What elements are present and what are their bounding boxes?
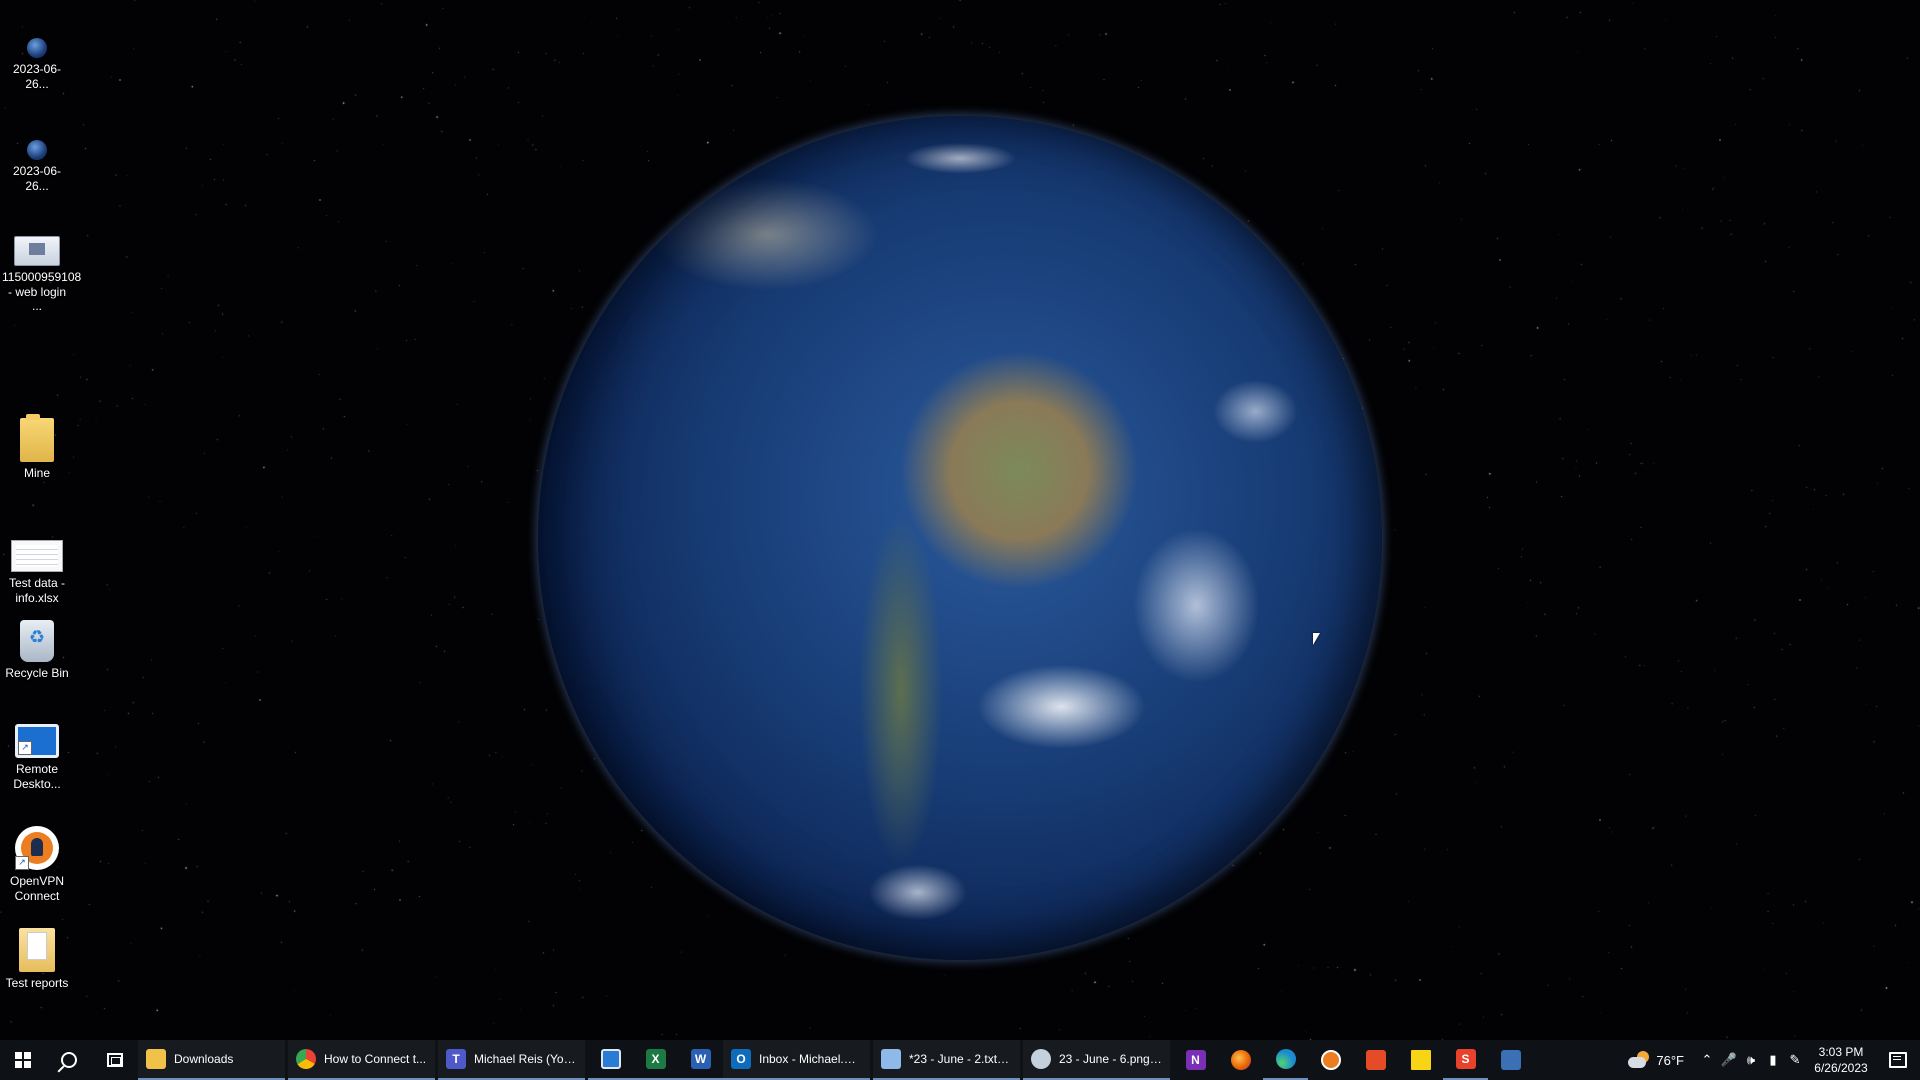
taskbar-pinned-onenote[interactable]: N: [1173, 1040, 1218, 1080]
earth-globe-wallpaper: [538, 116, 1382, 960]
desktop-icon-label: 2023-06-26...: [12, 62, 62, 91]
task-view-icon: [107, 1053, 123, 1067]
shortcut-arrow-icon: ↗: [18, 741, 32, 755]
desktop-icon-mine-folder[interactable]: Mine: [0, 414, 74, 481]
spreadsheet-file-icon: [11, 540, 63, 572]
onenote-icon: N: [1185, 1050, 1206, 1070]
folder-icon: [19, 928, 55, 972]
remote-desktop-icon: ↗: [15, 724, 59, 758]
battery-icon[interactable]: ▮: [1762, 1052, 1784, 1068]
desktop-icon-label: 2023-06-26...: [12, 164, 62, 193]
snagit-icon: S: [1455, 1049, 1476, 1069]
office-icon: [1365, 1050, 1386, 1070]
speaker-icon[interactable]: 🕪: [1740, 1052, 1762, 1068]
taskbar-app-chrome[interactable]: How to Connect t...: [288, 1040, 435, 1080]
weather-temperature: 76°F: [1656, 1052, 1684, 1068]
desktop-icon-label: Test data - info.xlsx: [8, 576, 66, 605]
taskbar-app-label: Inbox - Michael.Re...: [759, 1052, 862, 1066]
desktop-icon-test-reports[interactable]: Test reports: [0, 928, 74, 991]
taskbar-pinned-remote-desktop[interactable]: [588, 1040, 633, 1080]
taskbar-app-label: *23 - June - 2.txt - ...: [909, 1052, 1012, 1066]
taskbar-app-label: 23 - June - 6.png - ...: [1059, 1052, 1162, 1066]
openvpn-icon: [1320, 1050, 1341, 1070]
taskbar-pinned-word[interactable]: W: [678, 1040, 723, 1080]
recycle-bin-icon: [20, 620, 54, 662]
taskbar-pinned-firefox[interactable]: [1218, 1040, 1263, 1080]
screenshot-file-icon: [14, 236, 60, 266]
taskbar-app-downloads[interactable]: Downloads: [138, 1040, 285, 1080]
clock[interactable]: 3:03 PM 6/26/2023: [1806, 1044, 1876, 1076]
desktop-icon-image-2[interactable]: 2023-06-26...: [0, 128, 74, 193]
desktop-icon-label: 115000959108 - web login ...: [2, 270, 82, 313]
taskbar-app-label: How to Connect t...: [324, 1052, 427, 1066]
taskbar-pinned-openvpn[interactable]: [1308, 1040, 1353, 1080]
clock-time: 3:03 PM: [1818, 1045, 1864, 1059]
windows-logo-icon: [15, 1052, 31, 1068]
taskbar-pinned-excel[interactable]: X: [633, 1040, 678, 1080]
desktop-icon-label: Mine: [23, 466, 50, 480]
notification-center-button[interactable]: [1876, 1040, 1920, 1080]
desktop-icon-openvpn[interactable]: ↗ OpenVPN Connect: [0, 826, 74, 903]
desktop-icon-label: Remote Deskto...: [13, 762, 61, 791]
openvpn-icon: ↗: [15, 826, 59, 870]
pen-icon[interactable]: ✎: [1784, 1052, 1806, 1068]
word-icon: W: [690, 1049, 711, 1069]
taskbar-pinned-office[interactable]: [1353, 1040, 1398, 1080]
mouse-cursor-icon: [1313, 633, 1320, 645]
taskbar-pinned-sticky-notes[interactable]: [1398, 1040, 1443, 1080]
search-button[interactable]: [46, 1040, 92, 1080]
desktop-icon-recycle-bin[interactable]: Recycle Bin: [0, 620, 74, 681]
start-button[interactable]: [0, 1040, 46, 1080]
chrome-icon: [296, 1049, 316, 1069]
taskbar-app-label: Downloads: [174, 1052, 234, 1066]
firefox-icon: [1230, 1050, 1251, 1070]
taskbar-app-teams[interactable]: T Michael Reis (You) ...: [438, 1040, 585, 1080]
microphone-icon[interactable]: 🎤: [1718, 1052, 1740, 1068]
folder-icon: [20, 414, 54, 462]
desktop-icon-label: Test reports: [5, 976, 69, 990]
image-file-icon: [27, 140, 47, 160]
excel-icon: X: [645, 1049, 666, 1069]
taskbar-app-paint[interactable]: 23 - June - 6.png - ...: [1023, 1040, 1170, 1080]
file-explorer-icon: [146, 1049, 166, 1069]
paint-icon: [1031, 1049, 1051, 1069]
sticky-notes-icon: [1410, 1050, 1431, 1070]
desktop-icon-label: OpenVPN Connect: [9, 874, 65, 903]
task-view-button[interactable]: [92, 1040, 138, 1080]
desktop-icon-image-1[interactable]: 2023-06-26...: [0, 26, 74, 91]
edge-icon: [1275, 1049, 1296, 1069]
taskbar-pinned-network-tool[interactable]: [1488, 1040, 1533, 1080]
notification-icon: [1889, 1052, 1907, 1068]
desktop-icon-test-data-xlsx[interactable]: Test data - info.xlsx: [0, 532, 74, 605]
remote-desktop-icon: [600, 1049, 621, 1069]
taskbar-app-outlook[interactable]: O Inbox - Michael.Re...: [723, 1040, 870, 1080]
partly-cloudy-icon: [1628, 1051, 1650, 1069]
search-icon: [61, 1052, 77, 1068]
system-tray: 76°F ⌃ 🎤 🕪 ▮ ✎ 3:03 PM 6/26/2023: [1616, 1040, 1920, 1080]
taskbar: Downloads How to Connect t... T Michael …: [0, 1040, 1920, 1080]
clock-date: 6/26/2023: [1814, 1061, 1868, 1075]
desktop-icon-remote-desktop[interactable]: ↗ Remote Deskto...: [0, 724, 74, 791]
weather-widget[interactable]: 76°F: [1616, 1051, 1696, 1069]
taskbar-app-notepad[interactable]: *23 - June - 2.txt - ...: [873, 1040, 1020, 1080]
outlook-icon: O: [731, 1049, 751, 1069]
image-file-icon: [27, 38, 47, 58]
taskbar-app-label: Michael Reis (You) ...: [474, 1052, 577, 1066]
desktop-wallpaper: 2023-06-26... 2023-06-26... 115000959108…: [0, 0, 1920, 1040]
shortcut-arrow-icon: ↗: [15, 856, 29, 870]
taskbar-pinned-edge[interactable]: [1263, 1040, 1308, 1080]
taskbar-pinned-snagit[interactable]: S: [1443, 1040, 1488, 1080]
network-tool-icon: [1500, 1050, 1521, 1070]
desktop-icon-label: Recycle Bin: [5, 666, 69, 680]
notepad-icon: [881, 1049, 901, 1069]
teams-icon: T: [446, 1049, 466, 1069]
chevron-up-icon[interactable]: ⌃: [1696, 1052, 1718, 1068]
desktop-icon-web-login[interactable]: 115000959108 - web login ...: [0, 228, 82, 314]
